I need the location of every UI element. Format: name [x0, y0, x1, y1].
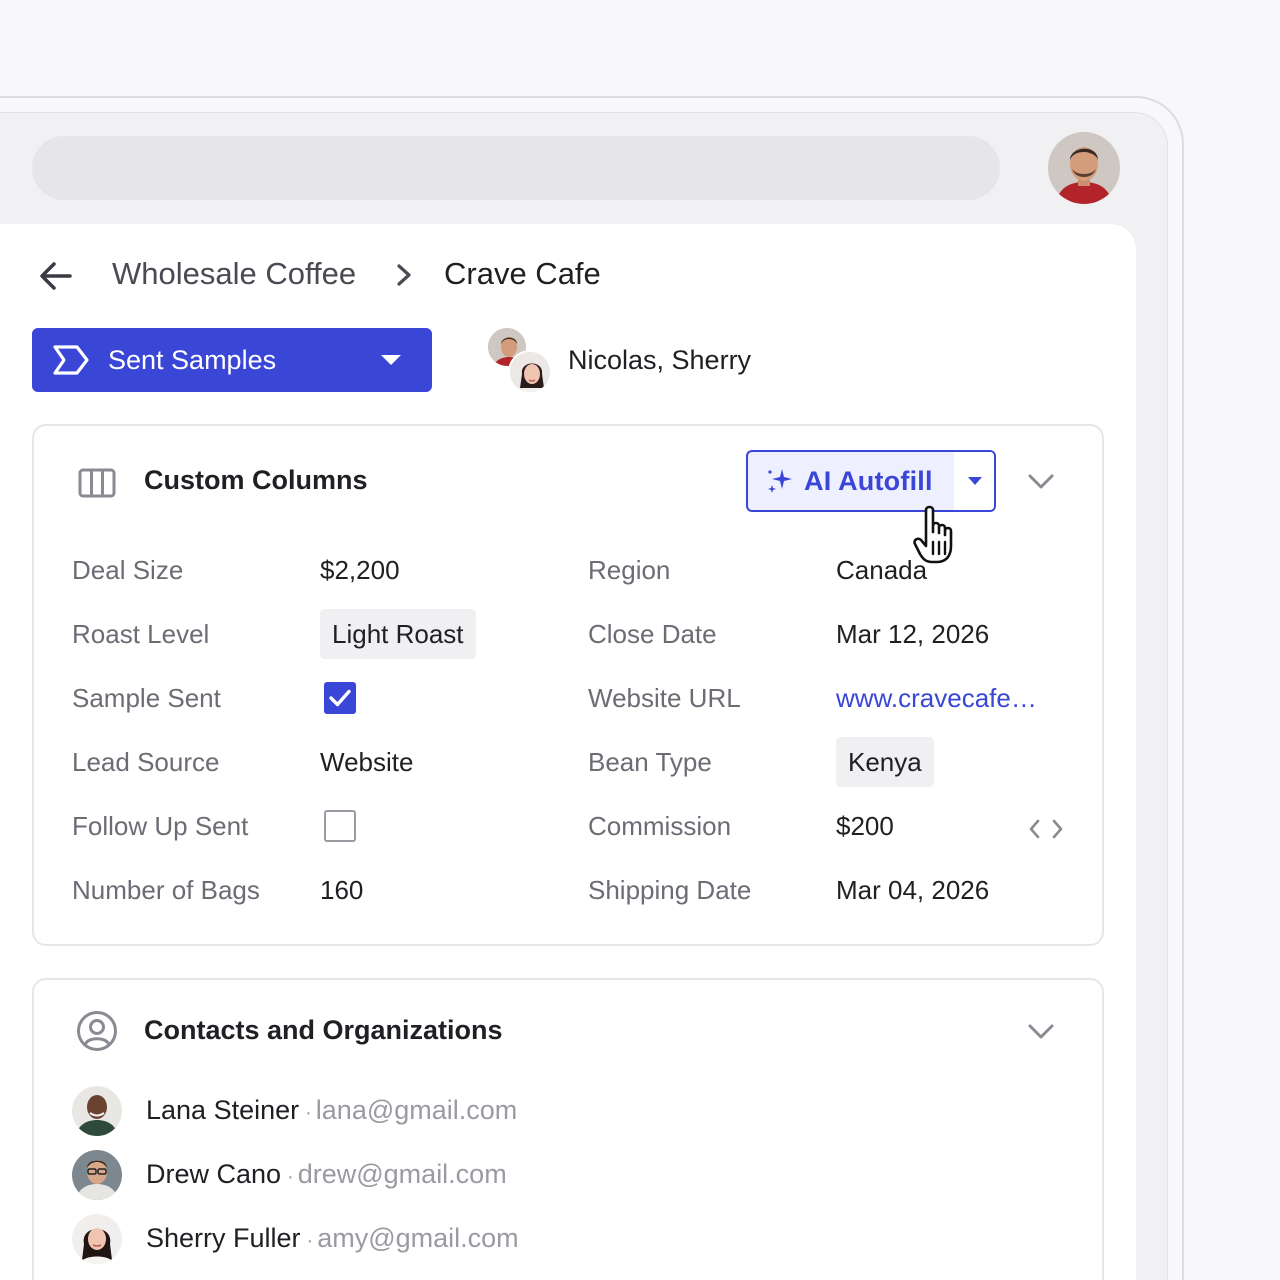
code-icon[interactable] [1028, 818, 1064, 840]
contact-text: Drew Cano · drew@gmail.com [146, 1156, 507, 1195]
field-label-roast-level: Roast Level [72, 619, 210, 649]
pipeline-stage-icon [53, 345, 89, 375]
field-label-shipping-date: Shipping Date [588, 875, 752, 905]
arrow-left-icon[interactable] [38, 258, 74, 294]
field-label-follow-up-sent: Follow Up Sent [72, 811, 249, 841]
sparkle-icon [768, 469, 792, 493]
chevron-right-icon [397, 264, 411, 286]
columns-icon [78, 468, 116, 498]
owners-avatars[interactable] [486, 326, 556, 396]
separator-dot: · [306, 1230, 314, 1252]
field-label-commission: Commission [588, 811, 732, 841]
field-label-lead-source: Lead Source [72, 747, 220, 777]
field-value-shipping-date[interactable]: Mar 04, 2026 [836, 873, 989, 907]
field-chip-bean-type[interactable]: Kenya [836, 737, 934, 787]
custom-columns-title: Custom Columns [144, 465, 368, 495]
contact-email: amy@gmail.com [317, 1223, 519, 1253]
field-value-deal-size[interactable]: $2,200 [320, 553, 400, 587]
contact-name: Drew Cano [146, 1159, 282, 1189]
contact-text: Lana Steiner · lana@gmail.com [146, 1092, 517, 1131]
user-avatar-image [1048, 132, 1120, 204]
caret-down-icon [381, 355, 401, 365]
ai-autofill-button[interactable]: AI Autofill [746, 450, 996, 512]
contacts-card: Contacts and Organizations Lana Steiner ·… [32, 978, 1104, 1280]
avatar [72, 1150, 122, 1200]
sample-sent-checkbox[interactable] [324, 682, 356, 714]
avatar [72, 1086, 122, 1136]
contact-email: lana@gmail.com [315, 1095, 518, 1125]
field-label-number-of-bags: Number of Bags [72, 875, 260, 905]
field-label-website-url: Website URL [588, 683, 741, 713]
separator-dot: · [287, 1166, 294, 1188]
field-label-close-date: Close Date [588, 619, 717, 649]
field-chip-roast-level[interactable]: Light Roast [320, 609, 476, 659]
contact-row[interactable]: Sherry Fuller · amy@gmail.com [72, 1214, 972, 1264]
stage-dropdown-button[interactable]: Sent Samples [32, 328, 432, 392]
contact-text: Sherry Fuller · amy@gmail.com [146, 1220, 519, 1259]
profile-avatar[interactable] [1048, 132, 1120, 204]
user-circle-icon [77, 1011, 117, 1051]
contact-row[interactable]: Drew Cano · drew@gmail.com [72, 1150, 972, 1200]
contacts-title: Contacts and Organizations [144, 1015, 503, 1045]
breadcrumb-current: Crave Cafe [444, 256, 601, 291]
field-value-lead-source[interactable]: Website [320, 745, 413, 779]
contact-name: Lana Steiner [146, 1095, 300, 1125]
owners-label[interactable]: Nicolas, Sherry [568, 342, 751, 378]
separator-dot: · [305, 1102, 312, 1124]
field-label-bean-type: Bean Type [588, 747, 712, 777]
search-bar[interactable] [32, 136, 1000, 200]
ai-autofill-menu-button[interactable] [956, 452, 994, 510]
checkmark-icon [329, 689, 351, 707]
stage-label: Sent Samples [108, 345, 277, 375]
contact-row[interactable]: Lana Steiner · lana@gmail.com [72, 1086, 972, 1136]
caret-down-icon [968, 477, 982, 485]
field-value-commission[interactable]: $200 [836, 809, 894, 843]
contact-name: Sherry Fuller [146, 1223, 301, 1253]
custom-columns-card: Custom Columns AI Autofill Deal Size $2,… [32, 424, 1104, 946]
chevron-down-icon[interactable] [1026, 1022, 1056, 1042]
contact-email: drew@gmail.com [297, 1159, 507, 1189]
ai-autofill-label: AI Autofill [804, 466, 933, 496]
chevron-down-icon[interactable] [1026, 472, 1056, 492]
breadcrumb-parent[interactable]: Wholesale Coffee [112, 254, 356, 294]
field-label-region: Region [588, 555, 671, 585]
field-value-number-of-bags[interactable]: 160 [320, 873, 363, 907]
field-value-region[interactable]: Canada [836, 553, 927, 587]
ai-autofill-main[interactable]: AI Autofill [748, 452, 954, 510]
website-url-link[interactable]: www.cravecafe… [836, 681, 1037, 715]
field-label-sample-sent: Sample Sent [72, 683, 221, 713]
follow-up-sent-checkbox[interactable] [324, 810, 356, 842]
field-label-deal-size: Deal Size [72, 555, 184, 585]
avatar [72, 1214, 122, 1264]
field-value-close-date[interactable]: Mar 12, 2026 [836, 617, 989, 651]
avatar [508, 350, 552, 394]
